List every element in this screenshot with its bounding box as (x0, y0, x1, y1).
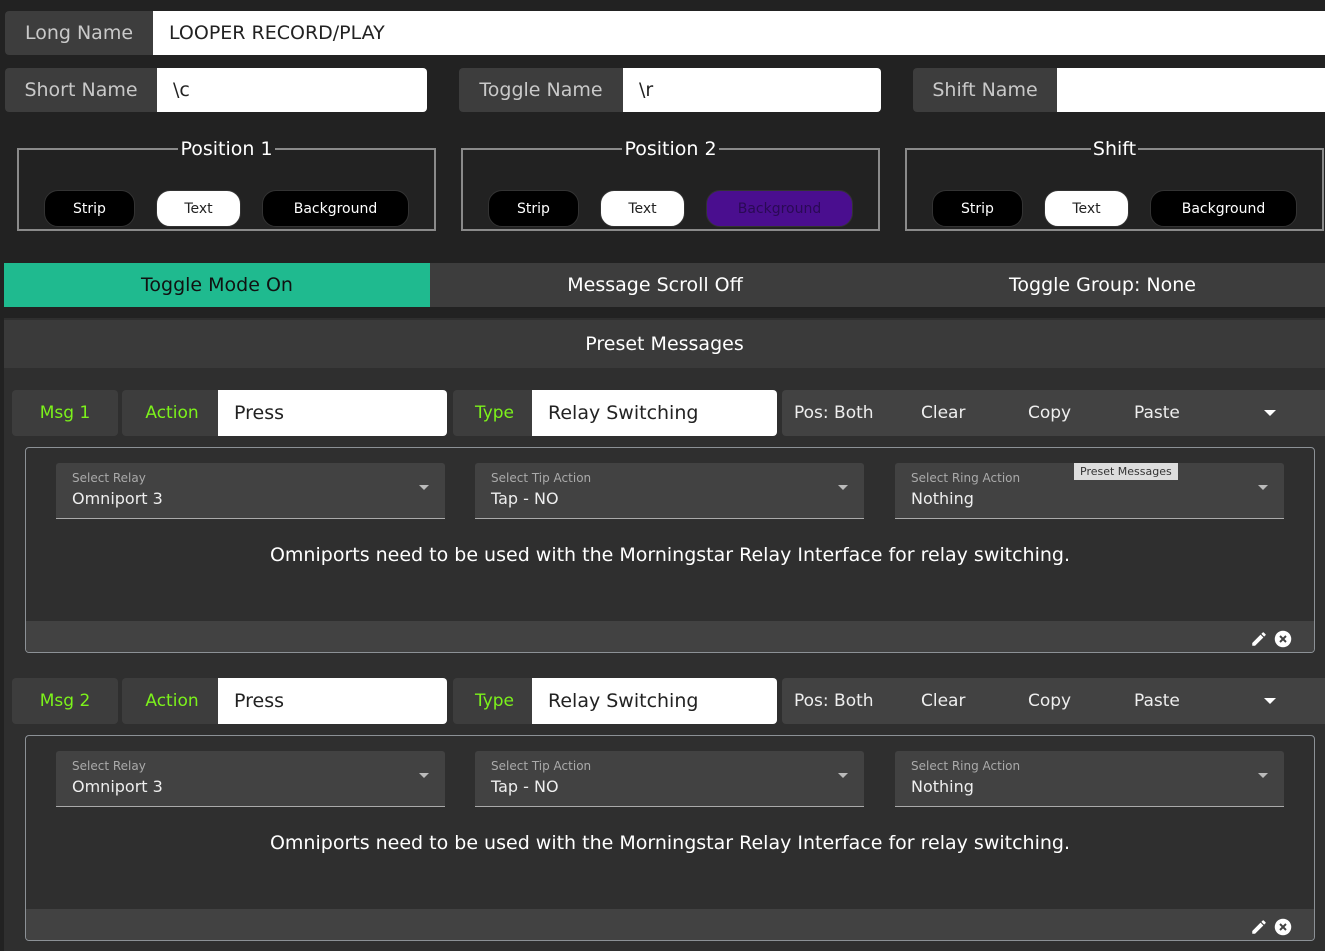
dropdown-arrow-icon (1258, 485, 1268, 490)
toggle-name-input[interactable]: \r (623, 68, 881, 112)
type-select[interactable]: Relay Switching (532, 390, 777, 436)
select-value: Omniport 3 (72, 489, 163, 508)
action-select[interactable]: Press (218, 678, 447, 724)
text-color-button[interactable]: Text (1044, 190, 1129, 227)
shift-group: Shift Strip Text Background (905, 138, 1324, 231)
position-1-group: Position 1 Strip Text Background (17, 138, 436, 231)
edit-pencil-icon[interactable] (1250, 630, 1268, 648)
clear-button[interactable]: Clear (921, 691, 965, 711)
select-relay[interactable]: Select Relay Omniport 3 (56, 751, 445, 807)
toggle-name-label: Toggle Name (459, 68, 623, 112)
relay-note: Omniports need to be used with the Morni… (269, 832, 1071, 854)
shift-name-input[interactable] (1057, 68, 1325, 112)
clear-button[interactable]: Clear (921, 403, 965, 423)
dropdown-arrow-icon (419, 485, 429, 490)
select-label: Select Tip Action (491, 759, 592, 773)
preset-message: Msg 2 Action Press Type Relay Switching … (0, 678, 1325, 941)
action-label: Action (122, 390, 222, 436)
relay-note: Omniports need to be used with the Morni… (269, 544, 1071, 566)
dropdown-arrow-icon (838, 773, 848, 778)
position-button[interactable]: Pos: Both (794, 403, 874, 423)
copy-button[interactable]: Copy (1028, 691, 1071, 711)
preset-messages-header[interactable]: Preset Messages (4, 320, 1325, 368)
card-footer (26, 621, 1314, 652)
background-color-button[interactable]: Background (262, 190, 409, 227)
edit-pencil-icon[interactable] (1250, 918, 1268, 936)
select-value: Tap - NO (491, 489, 559, 508)
long-name-input[interactable]: LOOPER RECORD/PLAY (153, 11, 1325, 55)
select-label: Select Ring Action (911, 759, 1021, 773)
close-circle-icon[interactable] (1274, 630, 1292, 648)
toggle-mode-button[interactable]: Toggle Mode On (4, 263, 430, 307)
select-label: Select Relay (72, 471, 146, 485)
short-name-input[interactable]: \c (157, 68, 427, 112)
select-value: Omniport 3 (72, 777, 163, 796)
toggle-group-button[interactable]: Toggle Group: None (880, 263, 1325, 307)
group-title: Position 1 (180, 138, 273, 160)
position-button[interactable]: Pos: Both (794, 691, 874, 711)
select-tip-action[interactable]: Select Tip Action Tap - NO (475, 751, 864, 807)
position-2-group: Position 2 Strip Text Background (461, 138, 880, 231)
chevron-down-icon[interactable] (1264, 698, 1276, 704)
text-color-button[interactable]: Text (600, 190, 685, 227)
message-number[interactable]: Msg 1 (12, 390, 118, 436)
close-circle-icon[interactable] (1274, 918, 1292, 936)
card-footer (26, 909, 1314, 940)
group-title: Shift (1092, 138, 1137, 160)
action-select[interactable]: Press (218, 390, 447, 436)
select-ring-action[interactable]: Select Ring Action Nothing (895, 751, 1284, 807)
message-scroll-button[interactable]: Message Scroll Off (430, 263, 880, 307)
strip-color-button[interactable]: Strip (488, 190, 579, 227)
type-label: Type (453, 390, 536, 436)
dropdown-arrow-icon (1258, 773, 1268, 778)
message-detail-card: Select Relay Omniport 3 Select Tip Actio… (25, 735, 1315, 941)
type-select[interactable]: Relay Switching (532, 678, 777, 724)
group-title: Position 2 (624, 138, 717, 160)
select-label: Select Tip Action (491, 471, 592, 485)
strip-color-button[interactable]: Strip (932, 190, 1023, 227)
type-label: Type (453, 678, 536, 724)
paste-button[interactable]: Paste (1134, 403, 1180, 423)
select-label: Select Relay (72, 759, 146, 773)
long-name-label: Long Name (5, 11, 153, 55)
select-label: Select Ring Action (911, 471, 1021, 485)
background-color-button[interactable]: Background (706, 190, 853, 227)
chevron-down-icon[interactable] (1264, 410, 1276, 416)
text-color-button[interactable]: Text (156, 190, 241, 227)
select-relay[interactable]: Select Relay Omniport 3 (56, 463, 445, 519)
message-number[interactable]: Msg 2 (12, 678, 118, 724)
dropdown-arrow-icon (419, 773, 429, 778)
background-color-button[interactable]: Background (1150, 190, 1297, 227)
message-options-bar: Pos: Both Clear Copy Paste (782, 390, 1325, 436)
shift-name-label: Shift Name (913, 68, 1057, 112)
tooltip: Preset Messages (1074, 463, 1178, 480)
select-value: Tap - NO (491, 777, 559, 796)
select-value: Nothing (911, 489, 974, 508)
message-options-bar: Pos: Both Clear Copy Paste (782, 678, 1325, 724)
short-name-label: Short Name (5, 68, 157, 112)
dropdown-arrow-icon (838, 485, 848, 490)
paste-button[interactable]: Paste (1134, 691, 1180, 711)
select-value: Nothing (911, 777, 974, 796)
strip-color-button[interactable]: Strip (44, 190, 135, 227)
copy-button[interactable]: Copy (1028, 403, 1071, 423)
select-tip-action[interactable]: Select Tip Action Tap - NO (475, 463, 864, 519)
preset-message: Msg 1 Action Press Type Relay Switching … (0, 390, 1325, 653)
action-label: Action (122, 678, 222, 724)
